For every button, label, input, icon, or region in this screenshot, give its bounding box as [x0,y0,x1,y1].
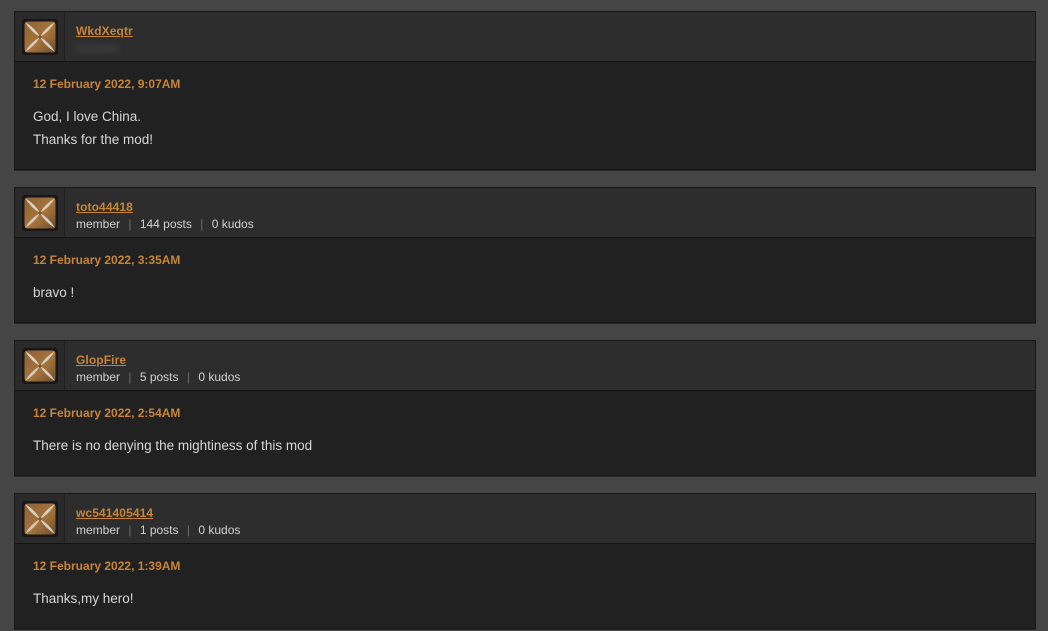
meta-separator: | [128,369,132,384]
member-role-label: member [76,522,121,537]
user-meta: member | 1 posts | 0 kudos [76,522,1035,539]
avatar-image [21,18,58,55]
username-link[interactable]: GlopFire [76,352,1035,368]
kudos-count-label: 0 kudos [198,522,241,537]
meta-separator: | [200,216,204,231]
meta-separator: | [144,40,148,55]
comment-body: 12 February 2022, 2:54AM There is no den… [15,391,1035,475]
default-user-avatar-icon [21,194,58,231]
comment-text: There is no denying the mightiness of th… [33,438,313,453]
default-user-avatar-icon [21,18,58,55]
post-count-label: 144 posts [139,216,192,231]
username-link[interactable]: WkdXeqtr [76,23,1035,39]
member-role-label: member [76,216,121,231]
comment-card: toto44418 member | 144 posts | 0 kudos 1… [14,187,1036,323]
kudos-count-label: 0 kudos [198,369,241,384]
comment-timestamp: 12 February 2022, 2:54AM [33,406,181,420]
post-count-label: 1 posts [139,522,179,537]
avatar[interactable] [15,188,65,237]
user-meta: member | 5 posts | 0 kudos [76,369,1035,386]
user-meta: member | | [76,40,1035,57]
comment-card: wc541405414 member | 1 posts | 0 kudos 1… [14,493,1036,629]
user-info: GlopFire member | 5 posts | 0 kudos [65,341,1035,390]
default-user-avatar-icon [21,500,58,537]
avatar[interactable] [15,12,65,61]
post-count-label: 5 posts [139,369,179,384]
member-role-label: member [76,40,121,55]
comment-text: Thanks,my hero! [33,591,134,606]
meta-separator: | [128,40,132,55]
user-meta: member | 144 posts | 0 kudos [76,216,1035,233]
comment-text: God, I love China. Thanks for the mod! [33,109,154,147]
avatar[interactable] [15,494,65,543]
meta-separator: | [128,522,132,537]
meta-separator: | [186,522,190,537]
comment-header: wc541405414 member | 1 posts | 0 kudos [15,494,1035,544]
user-info: wc541405414 member | 1 posts | 0 kudos [65,494,1035,543]
user-info: WkdXeqtr member | | [65,12,1035,61]
comment-body: 12 February 2022, 3:35AM bravo ! [15,238,1035,322]
comment-text: bravo ! [33,285,75,300]
meta-separator: | [186,369,190,384]
avatar-image [21,500,58,537]
comment-card: WkdXeqtr member | | 12 February 2022, 9:… [14,11,1036,170]
comment-header: GlopFire member | 5 posts | 0 kudos [15,341,1035,391]
default-user-avatar-icon [21,347,58,384]
kudos-count-label: 0 kudos [211,216,254,231]
avatar-image [21,347,58,384]
comment-timestamp: 12 February 2022, 3:35AM [33,253,181,267]
member-role-label: member [76,369,121,384]
meta-separator: | [128,216,132,231]
username-link[interactable]: toto44418 [76,199,1035,215]
comment-body: 12 February 2022, 1:39AM Thanks,my hero! [15,544,1035,628]
comment-timestamp: 12 February 2022, 9:07AM [33,77,181,91]
user-info: toto44418 member | 144 posts | 0 kudos [65,188,1035,237]
comment-header: toto44418 member | 144 posts | 0 kudos [15,188,1035,238]
avatar[interactable] [15,341,65,390]
comment-header: WkdXeqtr member | | [15,12,1035,62]
comment-timestamp: 12 February 2022, 1:39AM [33,559,181,573]
comment-body: 12 February 2022, 9:07AM God, I love Chi… [15,62,1035,169]
username-link[interactable]: wc541405414 [76,505,1035,521]
avatar-image [21,194,58,231]
comment-card: GlopFire member | 5 posts | 0 kudos 12 F… [14,340,1036,476]
comment-list: WkdXeqtr member | | 12 February 2022, 9:… [0,0,1048,629]
